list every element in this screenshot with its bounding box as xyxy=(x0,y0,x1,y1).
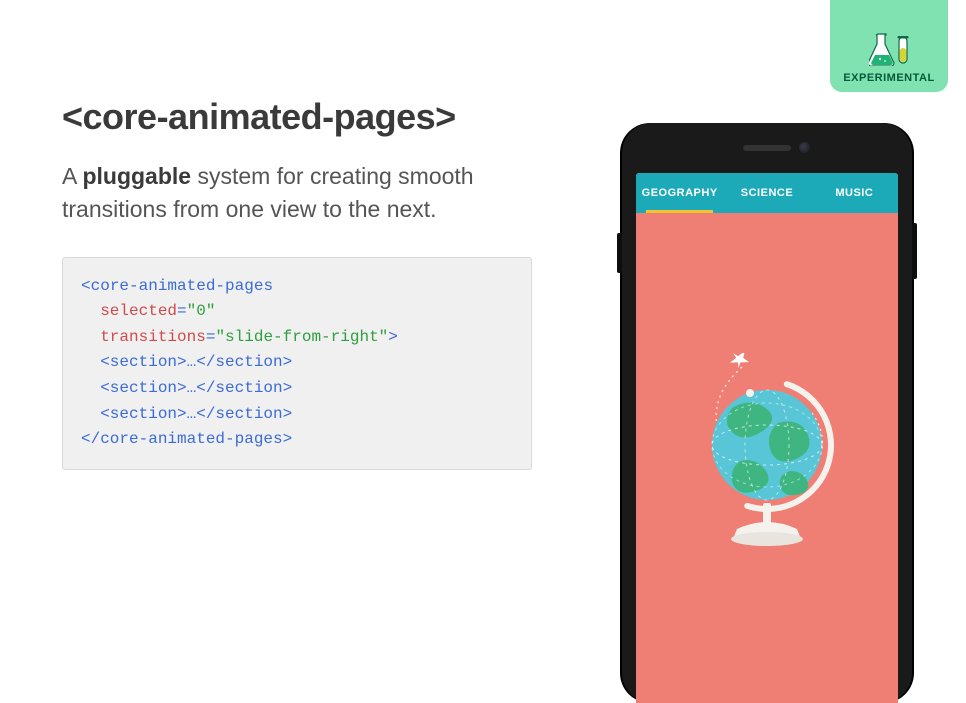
tab-label-music: MUSIC xyxy=(835,187,873,199)
phone-screen: GEOGRAPHY SCIENCE MUSIC xyxy=(636,173,898,703)
test-tube-icon xyxy=(897,36,909,66)
code-attr-transitions: transitions xyxy=(100,328,206,346)
tab-label-science: SCIENCE xyxy=(741,187,793,199)
slide-content: <core-animated-pages> A pluggable system… xyxy=(62,96,532,470)
tab-label-geography: GEOGRAPHY xyxy=(642,187,718,199)
code-open-tag: core-animated-pages xyxy=(91,277,273,295)
flask-icon xyxy=(869,32,895,66)
badge-label: EXPERIMENTAL xyxy=(843,72,934,84)
page-title: <core-animated-pages> xyxy=(62,96,532,138)
subtitle-lead: A xyxy=(62,163,82,189)
code-val-transitions: "slide-from-right" xyxy=(215,328,388,346)
code-section-3: <section>…</section> xyxy=(81,405,292,423)
subtitle: A pluggable system for creating smooth t… xyxy=(62,160,532,227)
phone-mockup: GEOGRAPHY SCIENCE MUSIC xyxy=(622,123,912,703)
experimental-badge: EXPERIMENTAL xyxy=(830,0,948,92)
globe-illustration xyxy=(682,353,852,553)
tab-geography[interactable]: GEOGRAPHY xyxy=(636,173,723,213)
code-close-tag: </core-animated-pages> xyxy=(81,430,292,448)
code-val-selected: "0" xyxy=(187,302,216,320)
phone-volume-button xyxy=(617,233,622,273)
tab-science[interactable]: SCIENCE xyxy=(723,173,810,213)
code-attr-selected: selected xyxy=(100,302,177,320)
subtitle-bold: pluggable xyxy=(82,163,191,189)
lab-icons xyxy=(869,32,909,66)
phone-power-button xyxy=(912,223,917,279)
code-section-2: <section>…</section> xyxy=(81,379,292,397)
tab-bar: GEOGRAPHY SCIENCE MUSIC xyxy=(636,173,898,213)
code-example: <core-animated-pages selected="0" transi… xyxy=(62,257,532,470)
code-section-1: <section>…</section> xyxy=(81,353,292,371)
tab-music[interactable]: MUSIC xyxy=(811,173,898,213)
